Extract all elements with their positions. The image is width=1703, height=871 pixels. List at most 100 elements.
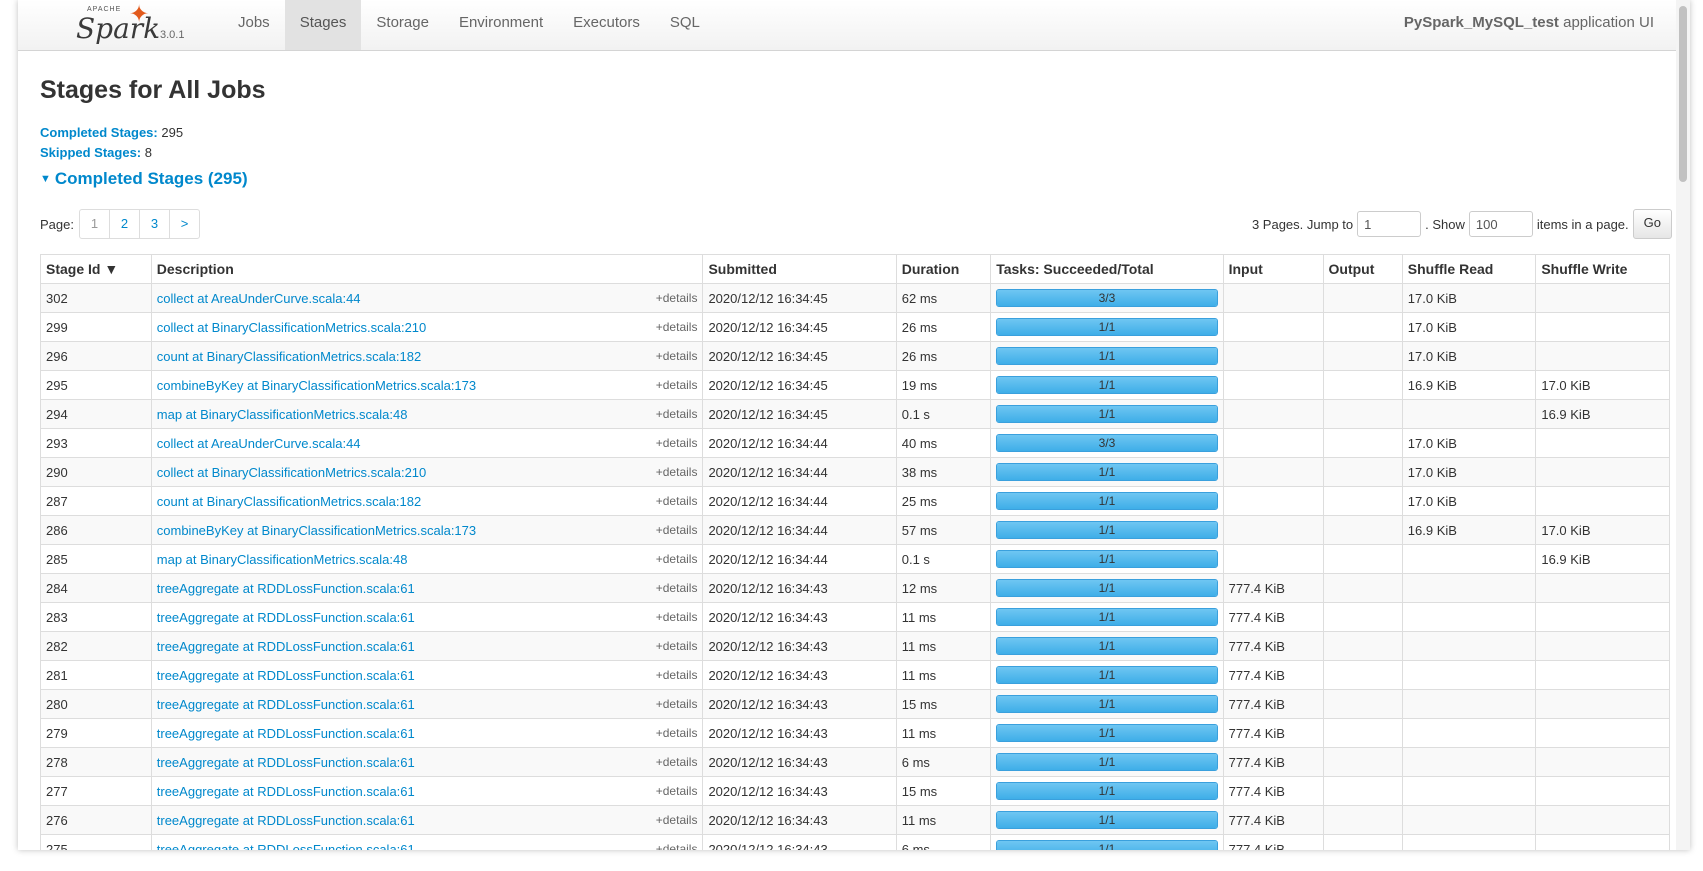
stage-description-link[interactable]: treeAggregate at RDDLossFunction.scala:6… (157, 726, 415, 741)
tasks-progress-text: 1/1 (1098, 784, 1116, 798)
stage-submitted: 2020/12/12 16:34:43 (702, 631, 897, 661)
skipped-summary: Skipped Stages: 8 (40, 143, 1672, 163)
stage-description-link[interactable]: treeAggregate at RDDLossFunction.scala:6… (157, 610, 415, 625)
stage-shuffle-read (1401, 776, 1537, 806)
stage-description-link[interactable]: treeAggregate at RDDLossFunction.scala:6… (157, 842, 415, 851)
col-shuffle-write[interactable]: Shuffle Write (1535, 254, 1670, 284)
details-toggle[interactable]: +details (656, 465, 698, 479)
jump-to-page-input[interactable] (1357, 211, 1422, 237)
page-link-1[interactable]: 1 (80, 210, 109, 238)
stage-description-link[interactable]: treeAggregate at RDDLossFunction.scala:6… (157, 697, 415, 712)
stage-description-link[interactable]: collect at AreaUnderCurve.scala:44 (157, 436, 361, 451)
stage-shuffle-read: 17.0 KiB (1401, 341, 1537, 371)
tab-jobs[interactable]: Jobs (223, 0, 285, 50)
details-toggle[interactable]: +details (656, 610, 698, 624)
stage-description-link[interactable]: map at BinaryClassificationMetrics.scala… (157, 552, 408, 567)
tab-stages[interactable]: Stages (284, 0, 362, 50)
stage-submitted: 2020/12/12 16:34:44 (702, 457, 897, 487)
stage-duration: 0.1 s (895, 399, 992, 429)
skipped-stages-link[interactable]: Skipped Stages: (40, 145, 141, 160)
details-toggle[interactable]: +details (656, 436, 698, 450)
stage-shuffle-read: 16.9 KiB (1401, 370, 1537, 400)
details-toggle[interactable]: +details (656, 349, 698, 363)
details-toggle[interactable]: +details (656, 726, 698, 740)
stage-description-link[interactable]: treeAggregate at RDDLossFunction.scala:6… (157, 668, 415, 683)
stage-submitted: 2020/12/12 16:34:44 (702, 486, 897, 516)
stage-description: count at BinaryClassificationMetrics.sca… (150, 486, 704, 516)
details-toggle[interactable]: +details (656, 320, 698, 334)
col-shuffle-read[interactable]: Shuffle Read (1401, 254, 1537, 284)
completed-stages-link[interactable]: Completed Stages: (40, 125, 158, 140)
details-toggle[interactable]: +details (656, 784, 698, 798)
tasks-progress-text: 1/1 (1098, 610, 1116, 624)
details-toggle[interactable]: +details (656, 813, 698, 827)
scrollbar-thumb[interactable] (1679, 6, 1687, 182)
stage-description-link[interactable]: count at BinaryClassificationMetrics.sca… (157, 349, 421, 364)
stage-description-link[interactable]: collect at AreaUnderCurve.scala:44 (157, 291, 361, 306)
col-output[interactable]: Output (1322, 254, 1403, 284)
col-submitted[interactable]: Submitted (702, 254, 897, 284)
tasks-progress-text: 1/1 (1098, 523, 1116, 537)
vertical-scrollbar[interactable] (1676, 0, 1690, 850)
go-button[interactable]: Go (1632, 209, 1672, 239)
details-toggle[interactable]: +details (656, 639, 698, 653)
stage-description-link[interactable]: treeAggregate at RDDLossFunction.scala:6… (157, 784, 415, 799)
details-toggle[interactable]: +details (656, 581, 698, 595)
stage-description-link[interactable]: collect at BinaryClassificationMetrics.s… (157, 320, 427, 335)
page-size-input[interactable] (1468, 211, 1533, 237)
col-tasks[interactable]: Tasks: Succeeded/Total (990, 254, 1224, 284)
page-link-2[interactable]: 2 (109, 210, 139, 238)
stage-output (1322, 660, 1403, 690)
tab-storage[interactable]: Storage (361, 0, 444, 50)
details-toggle[interactable]: +details (656, 842, 698, 851)
page-controls: 3 Pages. Jump to . Show items in a page.… (1252, 209, 1672, 239)
details-toggle[interactable]: +details (656, 378, 698, 392)
stage-submitted: 2020/12/12 16:34:43 (702, 602, 897, 632)
stage-description-link[interactable]: treeAggregate at RDDLossFunction.scala:6… (157, 639, 415, 654)
stage-tasks: 1/1 (990, 689, 1224, 719)
stage-submitted: 2020/12/12 16:34:43 (702, 573, 897, 603)
stage-description-link[interactable]: treeAggregate at RDDLossFunction.scala:6… (157, 581, 415, 596)
details-toggle[interactable]: +details (656, 697, 698, 711)
stage-description: count at BinaryClassificationMetrics.sca… (150, 341, 704, 371)
stage-tasks: 1/1 (990, 747, 1224, 777)
tab-executors[interactable]: Executors (558, 0, 655, 50)
col-input[interactable]: Input (1222, 254, 1324, 284)
tasks-progress-text: 1/1 (1098, 494, 1116, 508)
col-description[interactable]: Description (150, 254, 704, 284)
col-duration[interactable]: Duration (895, 254, 992, 284)
page-link-3[interactable]: 3 (139, 210, 169, 238)
stage-duration: 57 ms (895, 515, 992, 545)
tasks-progress-text: 1/1 (1098, 378, 1116, 392)
stage-shuffle-write (1535, 341, 1670, 371)
stage-description-link[interactable]: count at BinaryClassificationMetrics.sca… (157, 494, 421, 509)
details-toggle[interactable]: +details (656, 523, 698, 537)
tasks-progress-text: 1/1 (1098, 407, 1116, 421)
completed-stages-toggle[interactable]: ▼ Completed Stages (295) (40, 169, 1672, 189)
stage-description-link[interactable]: treeAggregate at RDDLossFunction.scala:6… (157, 755, 415, 770)
page-link-next[interactable]: > (169, 210, 199, 238)
stage-output (1322, 341, 1403, 371)
stage-shuffle-read (1401, 544, 1537, 574)
spark-logo[interactable]: APACHE Spark ✦ 3.0.1 (56, 1, 184, 46)
stage-input: 777.4 KiB (1222, 573, 1324, 603)
stage-description-link[interactable]: combineByKey at BinaryClassificationMetr… (157, 378, 476, 393)
tab-environment[interactable]: Environment (444, 0, 558, 50)
details-toggle[interactable]: +details (656, 407, 698, 421)
stage-description-link[interactable]: treeAggregate at RDDLossFunction.scala:6… (157, 813, 415, 828)
stage-description-link[interactable]: combineByKey at BinaryClassificationMetr… (157, 523, 476, 538)
stage-description-link[interactable]: map at BinaryClassificationMetrics.scala… (157, 407, 408, 422)
table-row: 296 count at BinaryClassificationMetrics.… (40, 341, 1670, 371)
stage-output (1322, 457, 1403, 487)
tasks-progress-text: 1/1 (1098, 697, 1116, 711)
stage-shuffle-write (1535, 718, 1670, 748)
stage-description-link[interactable]: collect at BinaryClassificationMetrics.s… (157, 465, 427, 480)
col-stage-id[interactable]: Stage Id ▼ (40, 254, 152, 284)
details-toggle[interactable]: +details (656, 755, 698, 769)
details-toggle[interactable]: +details (656, 291, 698, 305)
tab-sql[interactable]: SQL (655, 0, 715, 50)
details-toggle[interactable]: +details (656, 552, 698, 566)
page-label: Page: (40, 217, 74, 232)
details-toggle[interactable]: +details (656, 494, 698, 508)
details-toggle[interactable]: +details (656, 668, 698, 682)
